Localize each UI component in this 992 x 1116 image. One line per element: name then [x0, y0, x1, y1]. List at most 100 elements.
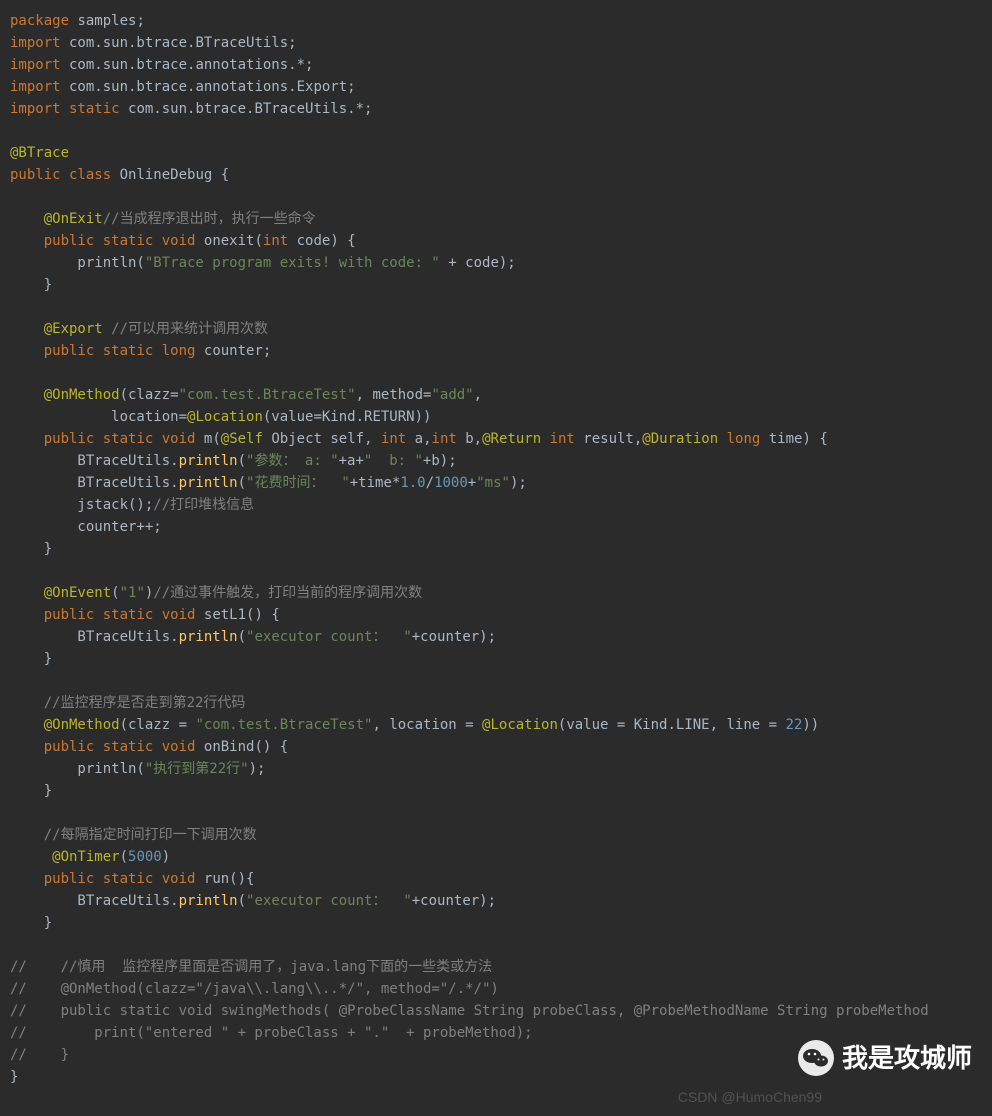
- method: println: [179, 629, 238, 645]
- text: +: [468, 475, 476, 491]
- annotation: @BTrace: [10, 145, 69, 161]
- keyword: void: [153, 871, 195, 887]
- text: }: [10, 277, 52, 293]
- number: 22: [785, 717, 802, 733]
- text: OnlineDebug {: [111, 167, 229, 183]
- comment: //通过事件触发，打印当前的程序调用次数: [153, 585, 422, 601]
- text: com.sun.btrace.BTraceUtils.*;: [120, 101, 373, 117]
- comment: // print("entered " + probeClass + "." +…: [10, 1025, 533, 1041]
- comment: // @OnMethod(clazz="/java\\.lang\\..*/",…: [10, 981, 499, 997]
- keyword: void: [153, 233, 195, 249]
- string: "花费时间： ": [246, 475, 350, 491]
- text: }: [10, 541, 52, 557]
- text: BTraceUtils.: [10, 893, 179, 909]
- method: println: [179, 893, 238, 909]
- keyword: import: [10, 35, 61, 51]
- keyword: public: [10, 233, 94, 249]
- text: com.sun.btrace.annotations.*;: [61, 57, 314, 73]
- keyword: static: [61, 101, 120, 117]
- keyword: public: [10, 871, 94, 887]
- text: }: [10, 915, 52, 931]
- keyword: long: [718, 431, 760, 447]
- keyword: static: [94, 431, 153, 447]
- number: 1000: [434, 475, 468, 491]
- keyword: long: [153, 343, 195, 359]
- text: );: [249, 761, 266, 777]
- keyword: void: [153, 431, 195, 447]
- text: (value=Kind.RETURN)): [263, 409, 432, 425]
- keyword: int: [263, 233, 288, 249]
- annotation: @Location: [482, 717, 558, 733]
- keyword: void: [153, 607, 195, 623]
- annotation: @Return: [482, 431, 541, 447]
- annotation: @OnExit: [10, 211, 103, 227]
- string: "执行到第22行": [145, 761, 249, 777]
- text: (: [238, 475, 246, 491]
- text: jstack();: [10, 497, 153, 513]
- csdn-watermark: CSDN @HumoChen99: [678, 1086, 822, 1108]
- keyword: public: [10, 167, 61, 183]
- annotation: @Export: [10, 321, 111, 337]
- text: +counter);: [412, 629, 496, 645]
- comment: // //慎用 监控程序里面是否调用了，java.lang下面的一些类或方法: [10, 959, 492, 975]
- string: "参数： a: ": [246, 453, 339, 469]
- text: (value = Kind.LINE, line =: [558, 717, 786, 733]
- method: println: [179, 475, 238, 491]
- text: (: [111, 585, 119, 601]
- text: a,: [406, 431, 431, 447]
- number: 5000: [128, 849, 162, 865]
- text: )): [802, 717, 819, 733]
- keyword: static: [94, 739, 153, 755]
- watermark-text: 我是攻城师: [842, 1047, 972, 1069]
- method: println: [179, 453, 238, 469]
- code-block: package samples; import com.sun.btrace.B…: [0, 0, 992, 1098]
- string: "BTrace program exits! with code: ": [145, 255, 440, 271]
- wechat-icon: [798, 1040, 834, 1076]
- keyword: import: [10, 57, 61, 73]
- text: println(: [10, 255, 145, 271]
- string: "com.test.BtraceTest": [179, 387, 356, 403]
- text: run(){: [195, 871, 254, 887]
- string: "executor count： ": [246, 629, 412, 645]
- comment: //可以用来统计调用次数: [111, 321, 268, 337]
- keyword: package: [10, 13, 69, 29]
- text: +a+: [339, 453, 364, 469]
- text: b,: [457, 431, 482, 447]
- number: 1.0: [400, 475, 425, 491]
- text: com.sun.btrace.annotations.Export;: [61, 79, 356, 95]
- comment: //当成程序退出时，执行一些命令: [103, 211, 316, 227]
- text: BTraceUtils.: [10, 629, 179, 645]
- string: "add": [431, 387, 473, 403]
- text: ): [162, 849, 170, 865]
- wechat-watermark: 我是攻城师: [798, 1040, 972, 1076]
- keyword: static: [94, 607, 153, 623]
- text: (: [238, 893, 246, 909]
- text: com.sun.btrace.BTraceUtils;: [61, 35, 297, 51]
- comment: // public static void swingMethods( @Pro…: [10, 1003, 929, 1019]
- text: counter++;: [10, 519, 162, 535]
- text: result,: [575, 431, 642, 447]
- keyword: static: [94, 343, 153, 359]
- keyword: import: [10, 79, 61, 95]
- string: " b: ": [364, 453, 423, 469]
- string: "executor count： ": [246, 893, 412, 909]
- keyword: int: [541, 431, 575, 447]
- text: + code);: [440, 255, 516, 271]
- text: }: [10, 651, 52, 667]
- annotation: @OnTimer: [10, 849, 120, 865]
- annotation: @OnMethod: [10, 717, 120, 733]
- text: }: [10, 1069, 18, 1085]
- text: (: [120, 849, 128, 865]
- text: }: [10, 783, 52, 799]
- text: +time*: [350, 475, 401, 491]
- text: , location =: [372, 717, 482, 733]
- text: +counter);: [412, 893, 496, 909]
- text: Object self,: [263, 431, 381, 447]
- text: samples;: [69, 13, 145, 29]
- text: (clazz=: [120, 387, 179, 403]
- text: time) {: [760, 431, 827, 447]
- annotation: @Self: [221, 431, 263, 447]
- keyword: import: [10, 101, 61, 117]
- text: location=: [10, 409, 187, 425]
- text: onBind() {: [195, 739, 288, 755]
